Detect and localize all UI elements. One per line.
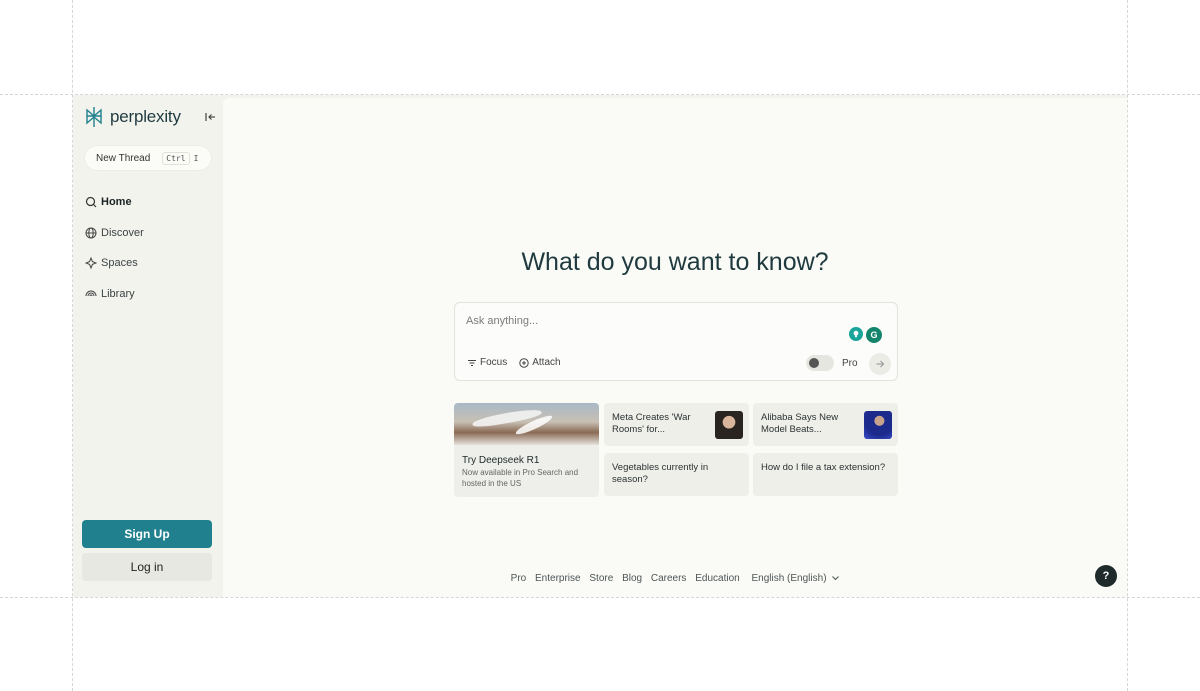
card-image [454, 403, 599, 445]
filter-icon [468, 359, 476, 366]
news-card-alibaba[interactable]: Alibaba Says New Model Beats... [753, 403, 898, 446]
pro-toggle[interactable] [806, 355, 834, 371]
main-panel: What do you want to know? G Focus Attach [223, 98, 1127, 597]
footer-link-enterprise[interactable]: Enterprise [535, 573, 581, 584]
suggestion-card-tax[interactable]: How do I file a tax extension? [753, 453, 898, 496]
spaces-icon [85, 257, 97, 270]
sidebar: perplexity New Thread Ctrl I Home Discov… [73, 95, 223, 597]
sidebar-item-library[interactable]: Library [85, 279, 144, 310]
footer-link-careers[interactable]: Careers [651, 573, 687, 584]
suggestion-cards: Try Deepseek R1 Now available in Pro Sea… [454, 403, 898, 497]
card-subtitle: Now available in Pro Search and hosted i… [462, 468, 579, 488]
card-text: Vegetables currently in season? [612, 462, 709, 485]
attach-button[interactable]: Attach [519, 357, 561, 368]
footer-link-blog[interactable]: Blog [622, 573, 642, 584]
suggestion-card-vegetables[interactable]: Vegetables currently in season? [604, 453, 749, 496]
shortcut-ctrl: Ctrl [162, 151, 190, 165]
grammarly-icon[interactable]: G [866, 327, 882, 343]
language-label: English (English) [751, 573, 827, 584]
pro-label: Pro [842, 358, 858, 369]
sign-up-button[interactable]: Sign Up [82, 520, 212, 548]
news-thumbnail [715, 411, 743, 439]
language-select[interactable]: English (English) [748, 573, 840, 584]
submit-button[interactable] [869, 353, 891, 375]
perplexity-logo-icon [86, 107, 102, 127]
footer-link-education[interactable]: Education [695, 573, 739, 584]
new-thread-button[interactable]: New Thread Ctrl I [85, 146, 211, 170]
log-in-button[interactable]: Log in [82, 553, 212, 581]
sidebar-item-label: Library [101, 287, 135, 300]
sidebar-item-label: Discover [101, 226, 144, 239]
card-text: Meta Creates 'War Rooms' for... [612, 412, 691, 435]
logo[interactable]: perplexity [84, 106, 181, 128]
attach-label: Attach [532, 357, 561, 368]
shortcut-i: I [193, 153, 199, 163]
card-text: How do I file a tax extension? [761, 462, 886, 473]
globe-icon [85, 227, 97, 239]
footer-links: Pro Enterprise Store Blog Careers Educat… [223, 573, 1127, 584]
search-tools: Focus Attach [467, 357, 561, 368]
news-card-meta[interactable]: Meta Creates 'War Rooms' for... [604, 403, 749, 446]
search-icon [85, 197, 97, 208]
sidebar-item-spaces[interactable]: Spaces [85, 248, 144, 279]
extension-icons: G [849, 327, 882, 343]
footer-link-store[interactable]: Store [589, 573, 613, 584]
guide-line-right [1127, 0, 1128, 691]
lightbulb-icon[interactable] [849, 327, 863, 341]
library-icon [85, 290, 97, 296]
brand-name: perplexity [110, 107, 181, 126]
card-text: Alibaba Says New Model Beats... [761, 412, 839, 435]
sidebar-item-label: Home [101, 196, 132, 209]
footer-link-pro[interactable]: Pro [511, 573, 527, 584]
sidebar-item-home[interactable]: Home [85, 187, 144, 218]
focus-button[interactable]: Focus [467, 357, 507, 368]
chevron-down-icon [832, 576, 840, 581]
page-title: What do you want to know? [521, 248, 829, 276]
plus-circle-icon [519, 357, 529, 368]
collapse-sidebar-icon[interactable] [203, 110, 217, 124]
arrow-right-icon [876, 360, 885, 368]
search-box: G Focus Attach Pro [454, 302, 898, 381]
deepseek-card[interactable]: Try Deepseek R1 Now available in Pro Sea… [454, 403, 599, 497]
search-input[interactable] [466, 315, 826, 327]
sidebar-nav: Home Discover Spaces Library [85, 187, 144, 309]
guide-line-bottom [0, 597, 1200, 598]
focus-label: Focus [480, 357, 508, 368]
news-thumbnail [864, 411, 892, 439]
card-title: Try Deepseek R1 [462, 455, 540, 466]
new-thread-label: New Thread [96, 152, 151, 164]
help-button[interactable]: ? [1095, 565, 1117, 587]
sidebar-item-label: Spaces [101, 257, 138, 270]
app-window: perplexity New Thread Ctrl I Home Discov… [73, 95, 1127, 597]
sidebar-item-discover[interactable]: Discover [85, 218, 144, 249]
